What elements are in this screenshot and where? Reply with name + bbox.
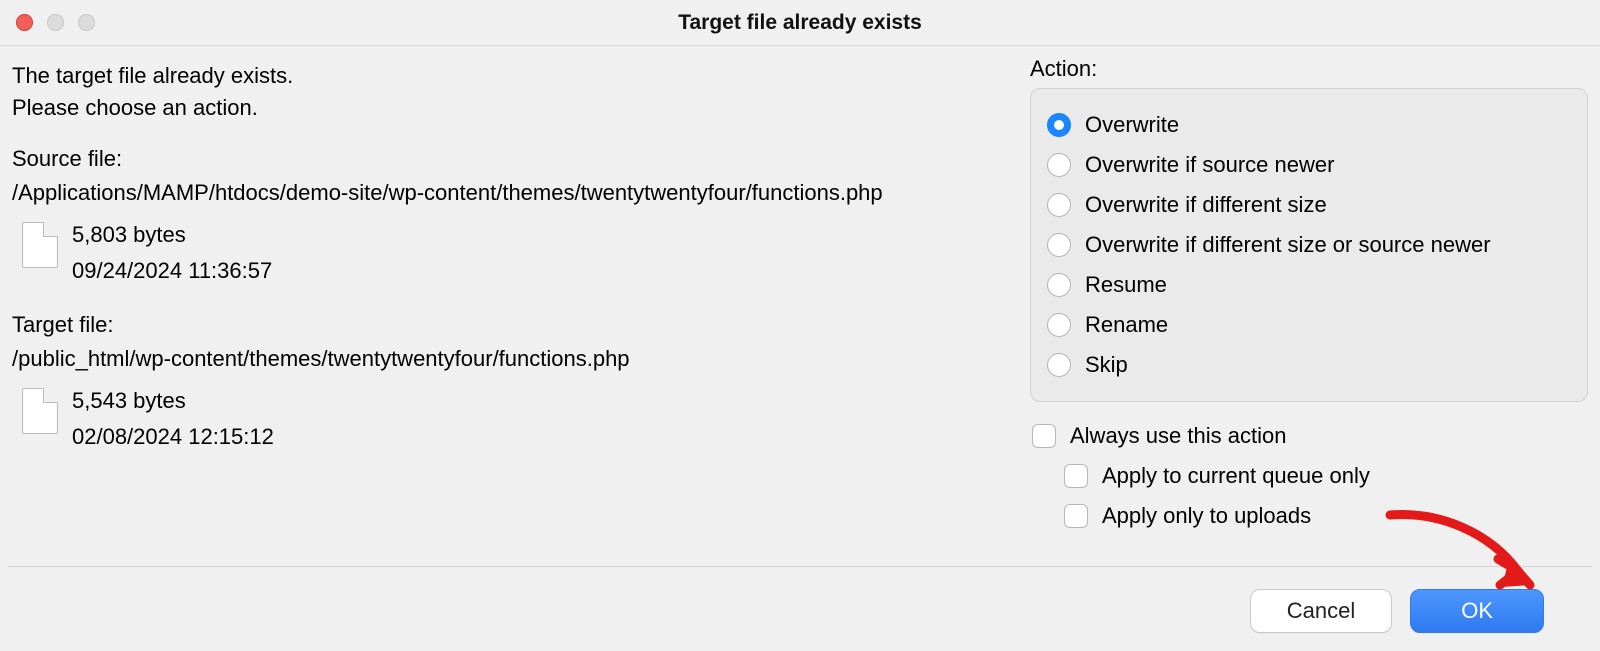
checkbox-icon (1064, 504, 1088, 528)
checkbox-apply-only-to-uploads[interactable]: Apply only to uploads (1030, 496, 1588, 536)
action-option-overwrite[interactable]: Overwrite (1045, 105, 1571, 145)
source-file-label: Source file: (12, 146, 1018, 172)
message-line-1: The target file already exists. (12, 60, 1018, 92)
minimize-window-icon (47, 14, 64, 31)
action-option-rename[interactable]: Rename (1045, 305, 1571, 345)
action-option-label: Overwrite if different size or source ne… (1085, 232, 1491, 258)
file-icon-wrap (12, 216, 68, 268)
action-column: Action: Overwrite Overwrite if source ne… (1030, 56, 1588, 536)
radio-icon (1047, 193, 1071, 217)
dialog-window: Target file already exists The target fi… (0, 0, 1600, 651)
checkbox-label: Always use this action (1070, 423, 1286, 449)
target-file-info: 5,543 bytes 02/08/2024 12:15:12 (72, 382, 274, 456)
radio-icon (1047, 273, 1071, 297)
cancel-button[interactable]: Cancel (1250, 589, 1392, 633)
source-file-block: 5,803 bytes 09/24/2024 11:36:57 (12, 216, 1018, 290)
file-info-column: The target file already exists. Please c… (12, 56, 1018, 536)
ok-button[interactable]: OK (1410, 589, 1544, 633)
checkbox-label: Apply only to uploads (1102, 503, 1311, 529)
action-option-skip[interactable]: Skip (1045, 345, 1571, 385)
zoom-window-icon (78, 14, 95, 31)
close-window-icon[interactable] (16, 14, 33, 31)
action-option-label: Overwrite (1085, 112, 1179, 138)
checkbox-always-use-this-action[interactable]: Always use this action (1030, 416, 1588, 456)
radio-icon (1047, 233, 1071, 257)
action-radio-group: Overwrite Overwrite if source newer Over… (1030, 88, 1588, 402)
message-line-2: Please choose an action. (12, 92, 1018, 124)
radio-icon (1047, 353, 1071, 377)
file-icon-wrap (12, 382, 68, 434)
title-bar: Target file already exists (0, 0, 1600, 46)
footer-divider (8, 566, 1592, 567)
window-title: Target file already exists (0, 11, 1600, 35)
checkbox-label: Apply to current queue only (1102, 463, 1370, 489)
checkbox-icon (1032, 424, 1056, 448)
action-option-overwrite-if-different-size[interactable]: Overwrite if different size (1045, 185, 1571, 225)
radio-icon (1047, 153, 1071, 177)
target-file-block: 5,543 bytes 02/08/2024 12:15:12 (12, 382, 1018, 456)
radio-icon (1047, 313, 1071, 337)
source-file-date: 09/24/2024 11:36:57 (72, 254, 272, 288)
file-icon (22, 388, 58, 434)
source-file-path: /Applications/MAMP/htdocs/demo-site/wp-c… (12, 180, 1018, 206)
action-checkboxes: Always use this action Apply to current … (1030, 416, 1588, 536)
target-file-label: Target file: (12, 312, 1018, 338)
dialog-button-bar: Cancel OK (1250, 589, 1544, 633)
source-file-size: 5,803 bytes (72, 218, 272, 252)
target-file-path: /public_html/wp-content/themes/twentytwe… (12, 346, 1018, 372)
action-group-label: Action: (1030, 56, 1588, 82)
action-option-resume[interactable]: Resume (1045, 265, 1571, 305)
source-file-info: 5,803 bytes 09/24/2024 11:36:57 (72, 216, 272, 290)
action-option-label: Overwrite if source newer (1085, 152, 1334, 178)
action-option-overwrite-if-different-size-or-source-newer[interactable]: Overwrite if different size or source ne… (1045, 225, 1571, 265)
radio-icon (1047, 113, 1071, 137)
file-icon (22, 222, 58, 268)
window-controls (16, 14, 95, 31)
action-option-label: Overwrite if different size (1085, 192, 1327, 218)
dialog-body: The target file already exists. Please c… (0, 46, 1600, 536)
checkbox-icon (1064, 464, 1088, 488)
target-file-size: 5,543 bytes (72, 384, 274, 418)
action-option-overwrite-if-source-newer[interactable]: Overwrite if source newer (1045, 145, 1571, 185)
action-option-label: Skip (1085, 352, 1128, 378)
action-option-label: Resume (1085, 272, 1167, 298)
checkbox-apply-to-current-queue-only[interactable]: Apply to current queue only (1030, 456, 1588, 496)
target-file-date: 02/08/2024 12:15:12 (72, 420, 274, 454)
action-option-label: Rename (1085, 312, 1168, 338)
